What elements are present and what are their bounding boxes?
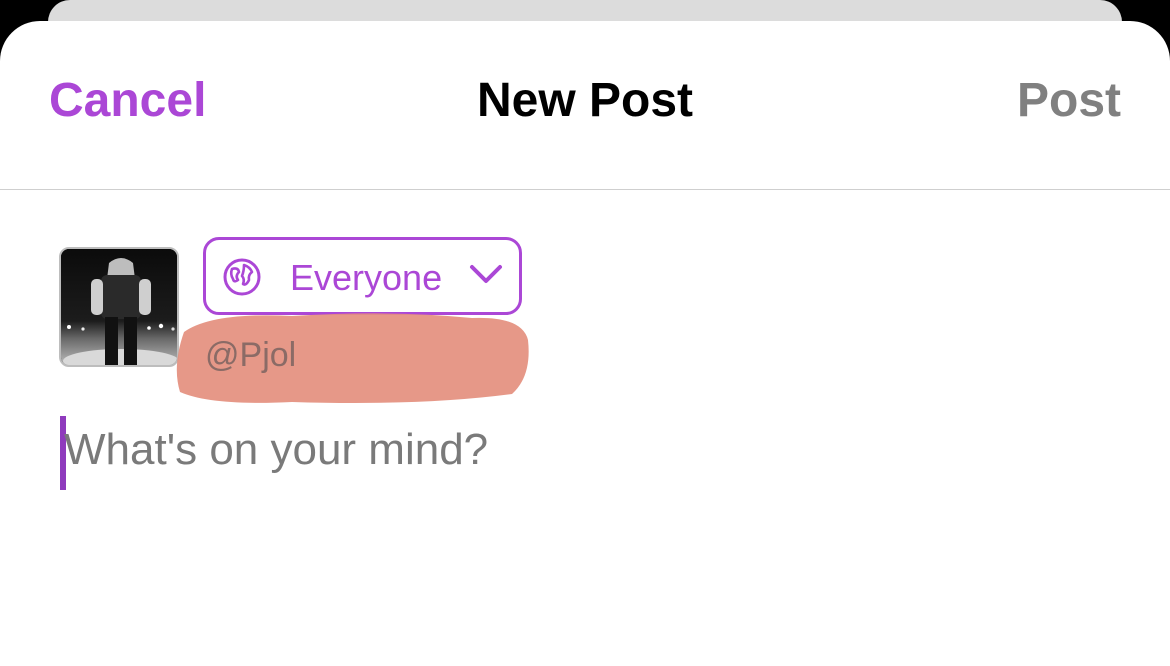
new-post-sheet: Cancel New Post Post Everyone @Pjol What… bbox=[0, 21, 1170, 666]
avatar[interactable] bbox=[59, 247, 179, 367]
page-title: New Post bbox=[476, 74, 694, 127]
avatar-photo bbox=[61, 249, 177, 365]
post-button[interactable]: Post bbox=[1017, 77, 1121, 125]
globe-icon bbox=[223, 258, 261, 296]
user-handle: @Pjol bbox=[205, 336, 297, 374]
post-placeholder: What's on your mind? bbox=[64, 425, 489, 474]
post-text-field[interactable]: What's on your mind? bbox=[60, 416, 1120, 496]
audience-dropdown[interactable]: Everyone bbox=[203, 237, 522, 315]
nav-bar: Cancel New Post Post bbox=[0, 21, 1170, 190]
chevron-down-icon bbox=[470, 265, 502, 283]
audience-label: Everyone bbox=[290, 257, 443, 298]
